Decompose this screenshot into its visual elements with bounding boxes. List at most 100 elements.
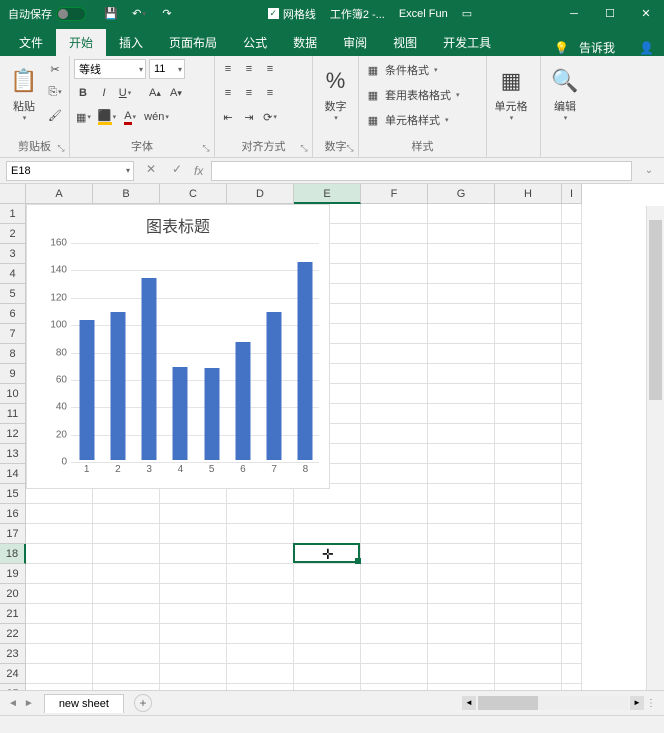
- cell[interactable]: [160, 584, 227, 604]
- indent-dec-button[interactable]: ⇤: [219, 107, 237, 127]
- cell[interactable]: [428, 204, 495, 224]
- cell[interactable]: [562, 384, 582, 404]
- cancel-formula-button[interactable]: ✕: [142, 162, 160, 180]
- italic-button[interactable]: I: [95, 83, 113, 103]
- row-header[interactable]: 21: [0, 604, 26, 624]
- cell[interactable]: [294, 584, 361, 604]
- row-header[interactable]: 4: [0, 264, 26, 284]
- table-format-button[interactable]: ▦套用表格格式▾: [363, 84, 462, 106]
- row-header[interactable]: 15: [0, 484, 26, 504]
- cell[interactable]: [562, 664, 582, 684]
- tab-review[interactable]: 审阅: [330, 29, 380, 56]
- chart-bar[interactable]: [267, 312, 282, 460]
- cell[interactable]: [562, 264, 582, 284]
- cell[interactable]: [160, 604, 227, 624]
- expand-formula-bar[interactable]: ⌄: [640, 165, 658, 176]
- cell[interactable]: [361, 384, 428, 404]
- underline-button[interactable]: U▾: [116, 83, 134, 103]
- chart-bar[interactable]: [142, 278, 157, 460]
- row-header[interactable]: 13: [0, 444, 26, 464]
- cell[interactable]: [562, 604, 582, 624]
- cell[interactable]: [495, 384, 562, 404]
- chart-bar[interactable]: [235, 342, 250, 460]
- cell[interactable]: [361, 244, 428, 264]
- cell[interactable]: [294, 544, 361, 564]
- cell[interactable]: [428, 624, 495, 644]
- cell[interactable]: [93, 664, 160, 684]
- cell[interactable]: [495, 544, 562, 564]
- cell[interactable]: [495, 244, 562, 264]
- cell[interactable]: [428, 664, 495, 684]
- autosave-toggle[interactable]: 自动保存: [0, 6, 94, 22]
- cell[interactable]: [361, 404, 428, 424]
- cell[interactable]: [227, 624, 294, 644]
- row-header[interactable]: 19: [0, 564, 26, 584]
- cell[interactable]: [294, 564, 361, 584]
- cell[interactable]: [160, 664, 227, 684]
- cell[interactable]: [361, 224, 428, 244]
- cell[interactable]: [428, 584, 495, 604]
- cell[interactable]: [361, 464, 428, 484]
- cell[interactable]: [227, 564, 294, 584]
- copy-button[interactable]: ⎘▾: [46, 82, 64, 102]
- cell[interactable]: [361, 444, 428, 464]
- clipboard-launcher[interactable]: ⤡: [55, 143, 67, 155]
- cell[interactable]: [428, 504, 495, 524]
- cell[interactable]: [495, 624, 562, 644]
- row-header[interactable]: 24: [0, 664, 26, 684]
- align-middle-button[interactable]: ≡: [240, 59, 258, 79]
- cell[interactable]: [294, 524, 361, 544]
- chart-bar[interactable]: [173, 367, 188, 460]
- row-header[interactable]: 22: [0, 624, 26, 644]
- cell[interactable]: [361, 644, 428, 664]
- ribbon-options-icon[interactable]: ▭: [462, 7, 472, 20]
- cell[interactable]: [495, 224, 562, 244]
- column-header[interactable]: G: [428, 184, 495, 204]
- grow-font-button[interactable]: A▴: [146, 83, 164, 103]
- name-box[interactable]: E18: [6, 161, 134, 181]
- cell[interactable]: [562, 224, 582, 244]
- cell[interactable]: [227, 584, 294, 604]
- row-header[interactable]: 18: [0, 544, 26, 564]
- cell[interactable]: [26, 504, 93, 524]
- cell[interactable]: [562, 564, 582, 584]
- horizontal-scrollbar[interactable]: ◄ ►: [462, 696, 644, 710]
- cell[interactable]: [562, 584, 582, 604]
- cut-button[interactable]: ✂: [46, 59, 64, 79]
- fx-label[interactable]: fx: [194, 164, 203, 178]
- row-header[interactable]: 11: [0, 404, 26, 424]
- format-painter-button[interactable]: 🖌: [46, 105, 64, 125]
- cell[interactable]: [361, 284, 428, 304]
- column-header[interactable]: H: [495, 184, 562, 204]
- chart-bar[interactable]: [298, 262, 313, 460]
- number-launcher[interactable]: ⤡: [344, 143, 356, 155]
- paste-button[interactable]: 📋 粘贴▾: [4, 59, 44, 131]
- cell[interactable]: [495, 364, 562, 384]
- save-icon[interactable]: 💾: [102, 5, 120, 23]
- accept-formula-button[interactable]: ✓: [168, 162, 186, 180]
- cell[interactable]: [495, 344, 562, 364]
- tab-insert[interactable]: 插入: [106, 29, 156, 56]
- add-sheet-button[interactable]: +: [134, 694, 152, 712]
- row-header[interactable]: 8: [0, 344, 26, 364]
- cell[interactable]: [160, 624, 227, 644]
- tellme-icon[interactable]: 💡: [554, 41, 569, 55]
- row-header[interactable]: 12: [0, 424, 26, 444]
- font-size-combo[interactable]: 11: [149, 59, 185, 79]
- formula-bar[interactable]: [211, 161, 632, 181]
- cell[interactable]: [562, 404, 582, 424]
- cell[interactable]: [495, 484, 562, 504]
- cell[interactable]: [495, 324, 562, 344]
- embedded-chart[interactable]: 图表标题 020406080100120140160 12345678: [26, 204, 330, 489]
- chart-bar[interactable]: [79, 320, 94, 460]
- cell[interactable]: [227, 604, 294, 624]
- cell[interactable]: [26, 604, 93, 624]
- cell[interactable]: [562, 544, 582, 564]
- row-header[interactable]: 5: [0, 284, 26, 304]
- borders-button[interactable]: ▦▾: [74, 107, 93, 127]
- tab-home[interactable]: 开始: [56, 29, 106, 56]
- cells-button[interactable]: ▦ 单元格▾: [491, 59, 531, 131]
- align-launcher[interactable]: ⤡: [298, 143, 310, 155]
- cell[interactable]: [227, 664, 294, 684]
- chart-bar[interactable]: [204, 368, 219, 460]
